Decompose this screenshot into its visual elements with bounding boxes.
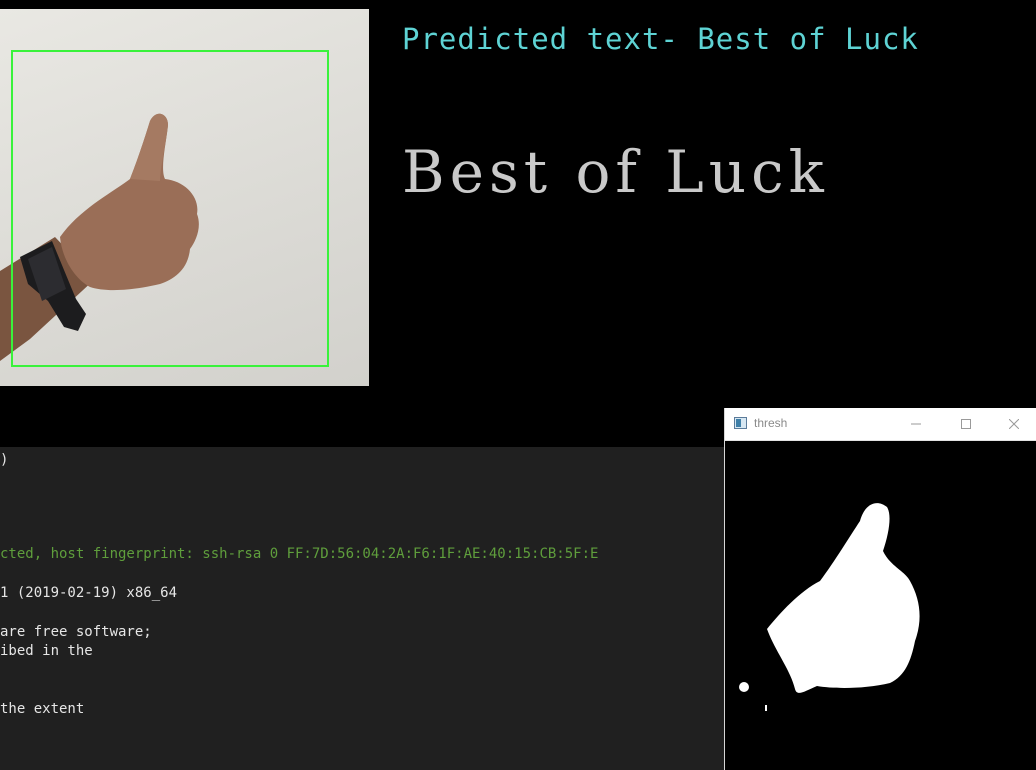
terminal-line: cted, host fingerprint: ssh-rsa 0 FF:7D:… <box>0 546 599 562</box>
maximize-button[interactable] <box>943 408 989 440</box>
terminal-line: are free software; <box>0 624 152 640</box>
roi-bounding-box <box>11 50 329 367</box>
camera-feed <box>0 9 369 386</box>
terminal-line: ) <box>0 452 9 468</box>
thresh-window[interactable]: thresh <box>724 408 1036 770</box>
terminal-line: ibed in the <box>0 643 93 659</box>
predicted-text-large: Best of Luck <box>402 138 829 206</box>
close-button[interactable] <box>991 408 1036 440</box>
terminal-line: 1 (2019-02-19) x86_64 <box>0 585 178 601</box>
predicted-text-label: Predicted text- Best of Luck <box>402 22 919 56</box>
maximize-icon <box>961 419 971 429</box>
thresh-window-title: thresh <box>754 416 788 430</box>
opencv-window-icon <box>734 417 747 429</box>
thresh-titlebar[interactable]: thresh <box>725 408 1036 441</box>
minimize-icon <box>911 423 921 425</box>
minimize-button[interactable] <box>893 408 939 440</box>
terminal-line: the extent <box>0 701 85 717</box>
terminal-window[interactable]: ) cted, host fingerprint: ssh-rsa 0 FF:7… <box>0 447 724 770</box>
close-icon <box>1009 419 1019 429</box>
threshold-mask-image <box>739 503 920 711</box>
